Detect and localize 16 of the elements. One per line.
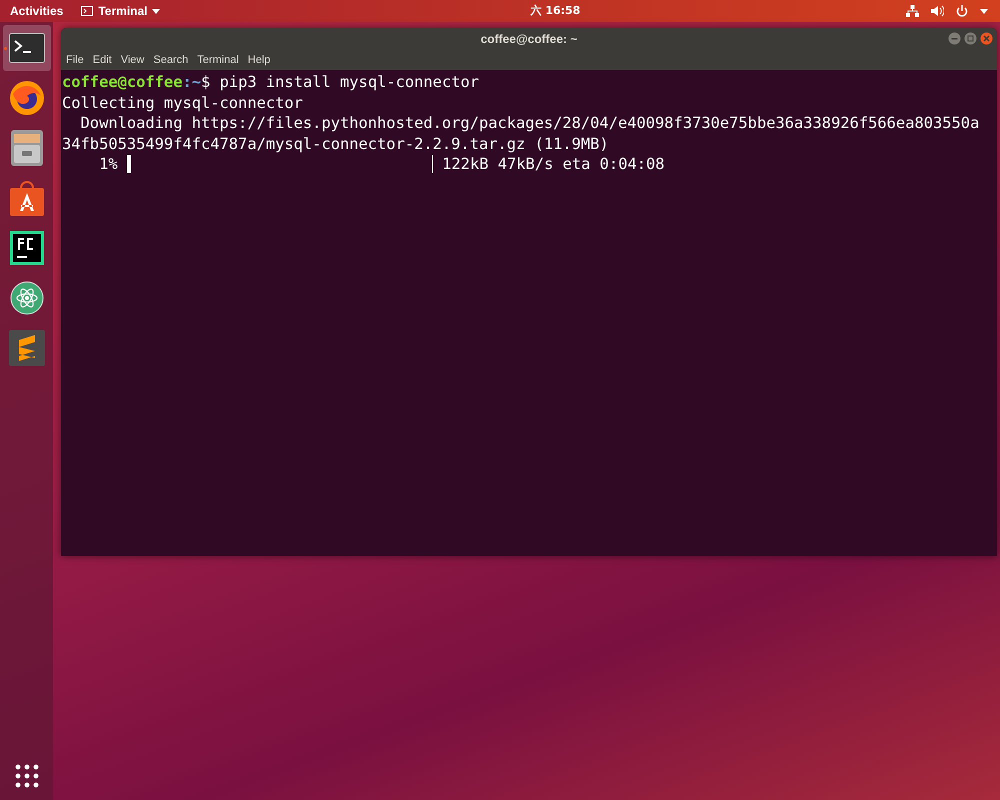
- progress-stats: 122kB 47kB/s eta 0:04:08: [441, 154, 665, 174]
- menu-item[interactable]: Terminal: [197, 52, 239, 68]
- menu-item[interactable]: File: [66, 52, 84, 68]
- activities-button[interactable]: Activities: [0, 2, 74, 20]
- clock[interactable]: 六 16:58: [530, 2, 580, 20]
- window-title: coffee@coffee: ~: [480, 31, 578, 48]
- terminal-line: Collecting mysql-connector: [62, 92, 304, 113]
- menu-item[interactable]: View: [120, 52, 144, 68]
- terminal-line: 34fb50535499f4fc4787a/mysql-connector-2.2.9.tar.gz (11.9MB): [62, 134, 610, 154]
- progress-percent: 1%: [98, 154, 119, 174]
- menu-item[interactable]: Edit: [92, 52, 112, 68]
- terminal-line: Downloading https://files.pythonhosted.org/packages/28/04/e40098f3730e75bbe36a338926f566ea803550a: [80, 113, 980, 134]
- app-menu[interactable]: Terminal: [81, 2, 160, 20]
- terminal-line: coffee@coffee:~$ pip3 install mysql-connector: [62, 72, 480, 92]
- menu-item[interactable]: Search: [153, 52, 188, 68]
- menu-item[interactable]: Help: [248, 52, 270, 68]
